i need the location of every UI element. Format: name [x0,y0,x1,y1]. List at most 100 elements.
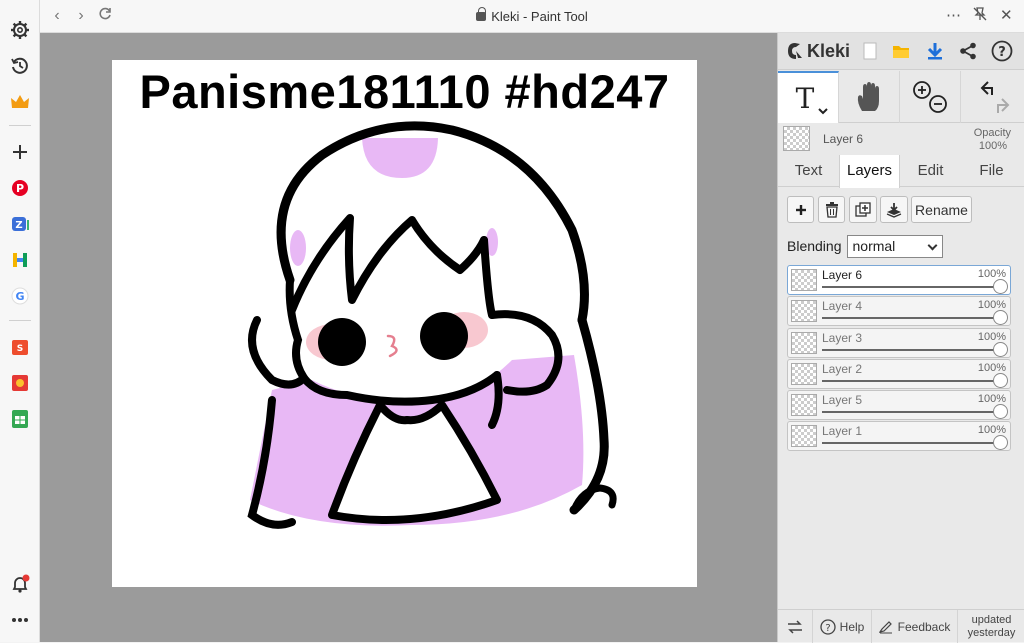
layer-row[interactable]: Layer 3 100% [787,327,1011,358]
layer-thumbnail [791,300,817,323]
layer-name: Layer 3 [822,330,863,345]
opacity-slider-track[interactable] [822,379,998,382]
layer-row[interactable]: Layer 1 100% [787,421,1011,452]
opacity-slider-handle[interactable] [993,341,1008,357]
layer-row[interactable]: Layer 2 100% [787,358,1011,389]
layer-name: Layer 4 [822,299,863,314]
panel-header: Kleki ? [778,33,1024,70]
share-button[interactable] [956,39,980,63]
merge-layer-button[interactable] [880,196,908,223]
drawing-illustration [247,121,617,529]
tab-file[interactable]: File [961,155,1022,187]
duplicate-icon [855,201,871,217]
google-icon[interactable]: G [8,284,32,308]
text-tool-button[interactable]: T [778,71,839,123]
updated-label: updated [971,613,1012,626]
opacity-slider-handle[interactable] [993,404,1008,420]
duplicate-layer-button[interactable] [849,196,877,223]
kleki-panel: Kleki ? T Layer 6 Opacity 100% Text Laye… [777,33,1024,643]
open-file-button[interactable] [889,39,913,63]
layer-thumbnail [791,362,817,385]
save-button[interactable] [923,39,947,63]
hand-tool-button[interactable] [839,71,900,123]
opacity-slider-track[interactable] [822,317,998,320]
trash-icon [825,201,838,218]
blending-label: Blending [787,238,842,254]
layer-opacity: 100% [977,361,1006,374]
kleki-logo-icon [788,43,802,59]
sidebar-divider [9,320,31,321]
kleki-logo[interactable]: Kleki [786,39,850,63]
current-layer-thumbnail [783,126,810,151]
zoom-buttons [900,71,961,123]
unpin-icon[interactable] [972,6,988,26]
blending-select[interactable]: normal [846,234,943,258]
layer-list: Layer 6 100% Layer 4 100% Layer 3 100% Layer 2… [787,265,1011,453]
help-link[interactable]: ? Help [813,610,872,643]
download-icon [927,43,943,60]
help-button[interactable]: ? [990,39,1014,63]
feedback-link[interactable]: Feedback [872,610,958,643]
plus-icon [795,204,806,215]
opacity-slider-track[interactable] [822,286,998,288]
share-icon [960,42,976,60]
opacity-slider-handle[interactable] [993,372,1008,388]
undo-redo-icon[interactable] [972,79,1012,115]
opacity-slider-track[interactable] [822,442,998,445]
opacity-slider-handle[interactable] [993,310,1008,326]
more-options-icon[interactable]: ⋯ [946,6,961,24]
translate-icon[interactable]: Z [8,212,32,236]
merge-down-icon [886,202,902,218]
layer-name: Layer 2 [822,361,863,376]
shopee-icon[interactable]: S [8,335,32,359]
h-app-icon[interactable] [8,248,32,272]
current-layer-name: Layer 6 [823,132,864,146]
close-icon[interactable]: ✕ [1000,6,1013,24]
tab-text[interactable]: Text [778,155,839,187]
help-icon: ? [820,618,836,635]
canvas-area[interactable]: Panisme181110 #hd247 [40,33,777,642]
layer-row[interactable]: Layer 4 100% [787,296,1011,327]
opacity-slider-track[interactable] [822,411,998,414]
zoom-icon[interactable] [910,79,950,115]
update-status[interactable]: updated yesterday [958,610,1024,643]
opacity-value: 100% [978,140,1007,152]
bell-icon[interactable] [8,572,32,596]
add-icon[interactable] [8,140,32,164]
history-icon[interactable] [8,54,32,78]
opacity-label: Opacity [973,127,1011,139]
coupon-icon[interactable] [8,371,32,395]
crown-icon[interactable] [8,90,32,114]
sheets-icon[interactable] [8,407,32,431]
svg-text:T: T [796,82,815,115]
text-tool-icon: T [796,82,828,115]
opacity-slider-track[interactable] [822,348,998,351]
pinterest-icon[interactable]: P [8,176,32,200]
drawing-canvas[interactable]: Panisme181110 #hd247 [112,60,697,587]
new-image-button[interactable] [858,39,882,63]
layer-thumbnail [791,394,817,417]
panel-footer: ? Help Feedback updated yesterday [778,609,1024,643]
svg-text:?: ? [998,45,1006,60]
settings-icon[interactable] [8,18,32,42]
undo-redo-buttons [961,71,1022,123]
feedback-icon [878,620,892,633]
tab-layers[interactable]: Layers [839,155,900,188]
more-icon[interactable] [8,608,32,632]
opacity-slider-handle[interactable] [993,279,1008,294]
svg-text:Z: Z [15,220,22,231]
opacity-slider-handle[interactable] [993,435,1008,451]
add-layer-button[interactable] [787,196,814,223]
layer-row[interactable]: Layer 5 100% [787,390,1011,421]
swap-icon [788,619,802,634]
hand-icon [857,82,879,111]
folder-icon [893,46,909,58]
tab-edit[interactable]: Edit [900,155,961,187]
delete-layer-button[interactable] [818,196,845,223]
window-title: Kleki - Paint Tool [40,7,1024,24]
swap-side-button[interactable] [778,610,813,643]
rename-layer-button[interactable]: Rename [911,196,972,223]
layer-row[interactable]: Layer 6 100% [787,265,1011,295]
svg-text:S: S [17,344,23,354]
svg-text:P: P [16,182,24,195]
